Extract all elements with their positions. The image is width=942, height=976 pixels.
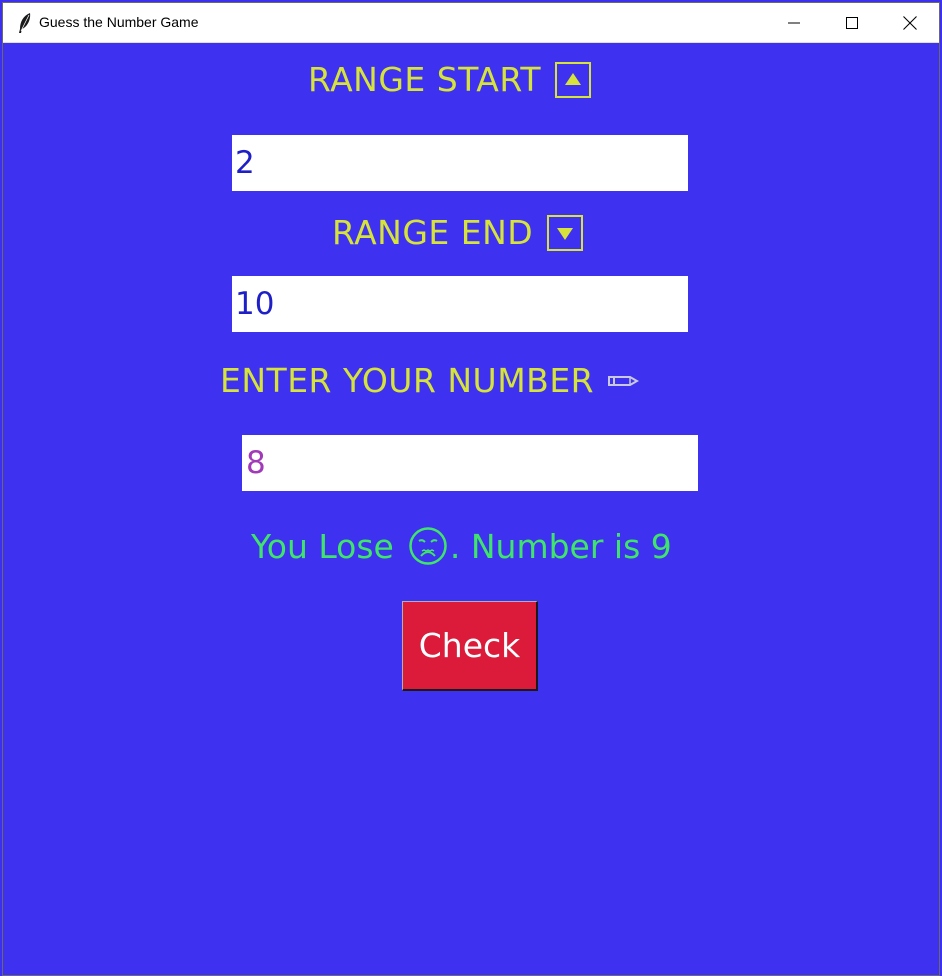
feather-icon bbox=[19, 13, 31, 33]
range-end-heading: RANGE END bbox=[332, 213, 584, 252]
guess-input[interactable] bbox=[242, 435, 698, 491]
range-start-input[interactable] bbox=[232, 135, 688, 191]
result-message: You Lose . Number is 9 bbox=[251, 526, 672, 566]
maximize-icon bbox=[846, 17, 858, 29]
result-prefix: You Lose bbox=[251, 526, 394, 566]
range-end-label: RANGE END bbox=[332, 213, 534, 252]
sad-face-icon bbox=[409, 527, 447, 565]
maximize-button[interactable] bbox=[823, 3, 881, 43]
app-window: Guess the Number Game RANGE START 2 RANG… bbox=[2, 2, 940, 976]
up-arrow-icon bbox=[555, 61, 592, 98]
close-button[interactable] bbox=[881, 3, 939, 43]
range-start-heading: RANGE START bbox=[308, 60, 592, 99]
range-end-input[interactable] bbox=[232, 276, 688, 332]
minimize-icon bbox=[788, 22, 800, 24]
window-title: Guess the Number Game bbox=[39, 14, 199, 30]
result-suffix: . Number is 9 bbox=[449, 526, 672, 566]
enter-number-heading: ENTER YOUR NUMBER bbox=[220, 361, 640, 400]
enter-number-label: ENTER YOUR NUMBER bbox=[220, 361, 595, 400]
minimize-button[interactable] bbox=[765, 3, 823, 43]
close-icon bbox=[903, 16, 917, 30]
pencil-icon bbox=[608, 375, 640, 386]
range-start-label: RANGE START bbox=[308, 60, 542, 99]
down-arrow-icon bbox=[547, 214, 584, 251]
title-bar[interactable]: Guess the Number Game bbox=[3, 3, 939, 43]
check-button[interactable]: Check bbox=[402, 601, 538, 691]
game-panel: RANGE START RANGE END ENTER YOUR NUMBER bbox=[3, 43, 939, 975]
